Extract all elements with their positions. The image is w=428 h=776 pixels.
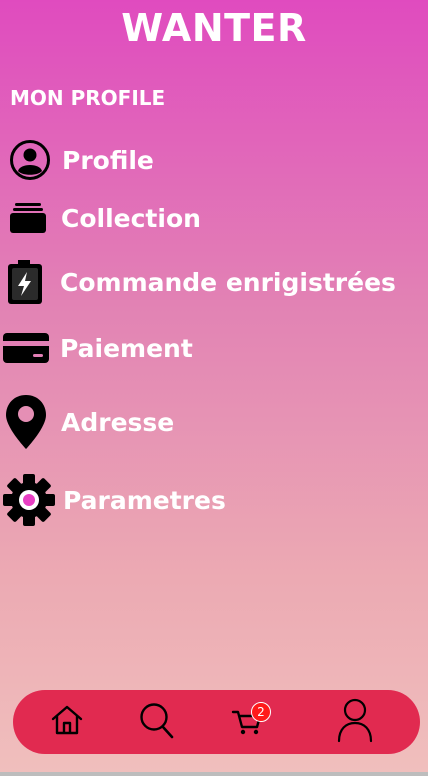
home-icon bbox=[50, 703, 84, 741]
user-icon bbox=[336, 697, 374, 747]
menu-item-profile[interactable]: Profile bbox=[9, 139, 154, 181]
bottom-edge-shadow bbox=[0, 772, 428, 776]
user-circle-icon bbox=[9, 139, 51, 181]
cart-badge: 2 bbox=[251, 702, 271, 722]
search-icon bbox=[139, 701, 175, 743]
menu-item-label: Adresse bbox=[61, 407, 175, 437]
collection-stack-icon bbox=[9, 199, 47, 237]
menu-item-collection[interactable]: Collection bbox=[9, 199, 201, 237]
location-pin-icon bbox=[4, 394, 48, 450]
menu-item-label: Collection bbox=[61, 203, 201, 233]
menu-item-label: Commande enrigistrées bbox=[60, 267, 396, 297]
nav-search-button[interactable] bbox=[133, 698, 181, 746]
app-title: WANTER bbox=[121, 6, 307, 50]
menu-item-settings[interactable]: Parametres bbox=[3, 474, 226, 526]
battery-charge-icon bbox=[6, 259, 44, 305]
section-title: MON PROFILE bbox=[10, 86, 166, 110]
menu-item-address[interactable]: Adresse bbox=[4, 394, 174, 450]
nav-home-button[interactable] bbox=[43, 698, 91, 746]
menu-item-label: Paiement bbox=[60, 333, 193, 363]
menu-item-label: Parametres bbox=[63, 485, 226, 515]
menu-item-orders[interactable]: Commande enrigistrées bbox=[6, 259, 396, 305]
gear-icon bbox=[3, 474, 55, 526]
nav-cart-button[interactable]: 2 bbox=[223, 698, 271, 746]
bottom-nav-bar: 2 bbox=[13, 690, 420, 754]
app-screen: WANTER MON PROFILE Profile Collection Co… bbox=[0, 0, 428, 772]
menu-item-payment[interactable]: Paiement bbox=[2, 330, 193, 366]
menu-item-label: Profile bbox=[62, 145, 154, 175]
nav-profile-button[interactable] bbox=[331, 698, 379, 746]
credit-card-icon bbox=[2, 330, 50, 366]
